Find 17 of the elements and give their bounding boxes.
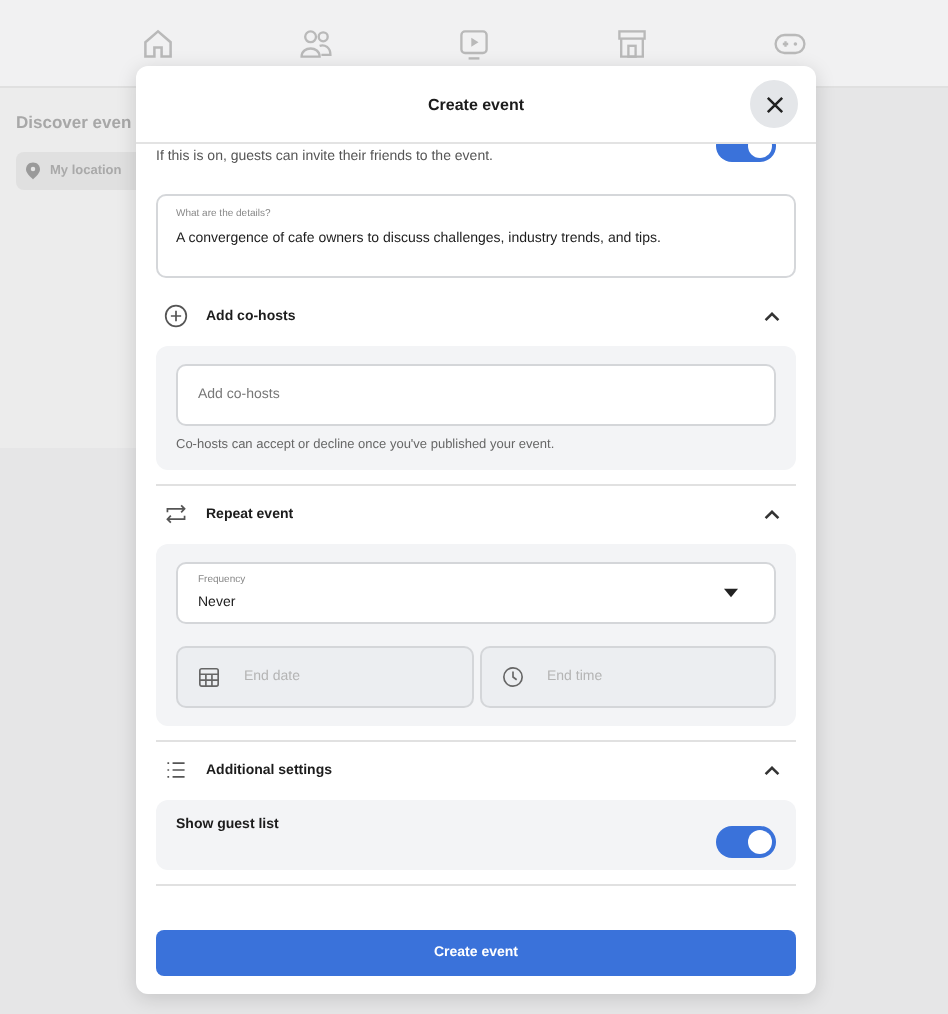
- toggle-switch[interactable]: [716, 825, 776, 857]
- collapse-button[interactable]: [760, 307, 784, 325]
- dialog-title: Create event: [427, 95, 525, 113]
- clock-icon: [501, 666, 523, 688]
- calendar-icon: [198, 666, 220, 688]
- collapse-button[interactable]: [760, 505, 784, 523]
- close-button[interactable]: [750, 80, 798, 128]
- close-icon: [765, 95, 783, 113]
- repeat-icon: [164, 502, 188, 526]
- chevron-icon: [764, 765, 780, 775]
- chevron-icon: [764, 509, 780, 519]
- collapse-button[interactable]: [760, 761, 784, 779]
- add-icon: [164, 304, 188, 328]
- dropdown-arrow-icon: [724, 588, 738, 598]
- location-pin-icon: [26, 162, 40, 180]
- chevron-icon: [764, 311, 780, 321]
- list-icon: [164, 758, 188, 782]
